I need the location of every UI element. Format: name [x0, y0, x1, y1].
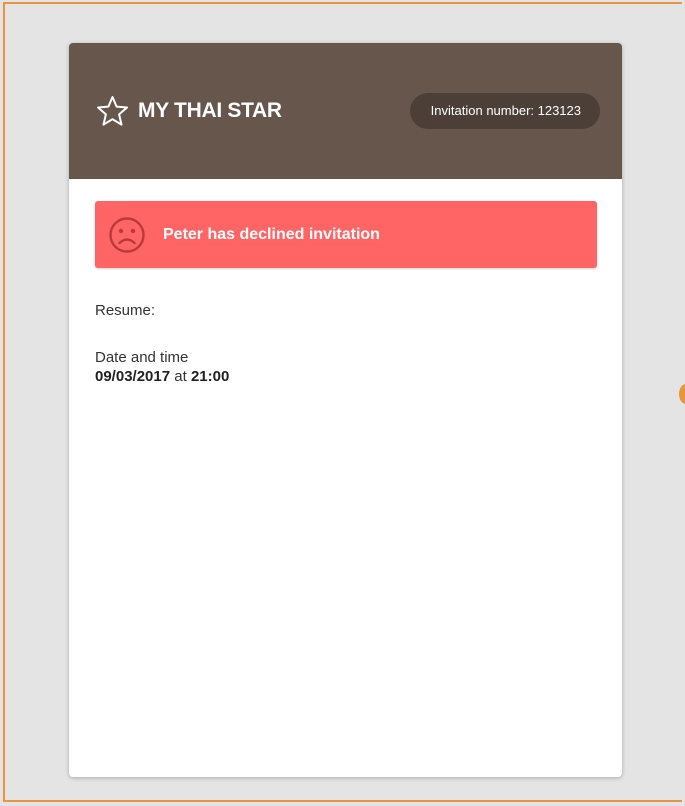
alert-message: Peter has declined invitation	[163, 225, 380, 243]
datetime-label: Date and time	[95, 349, 189, 366]
reservation-date: 09/03/2017	[95, 368, 171, 385]
star-outline-icon	[96, 95, 129, 127]
sad-face-icon	[108, 216, 146, 254]
invitation-number-badge: Invitation number: 123123	[409, 93, 600, 129]
card-body: Peter has declined invitation Resume: Da…	[69, 179, 622, 385]
datetime-connector: at	[174, 368, 187, 385]
invitation-card: MY THAI STAR Invitation number: 123123 P…	[69, 43, 622, 777]
app-title: MY THAI STAR	[138, 99, 282, 122]
declined-alert: Peter has declined invitation	[95, 201, 597, 268]
reservation-time: 21:00	[190, 368, 230, 385]
card-header: MY THAI STAR Invitation number: 123123	[69, 43, 622, 179]
datetime-value: 09/03/2017 at 21:00	[95, 368, 597, 385]
resume-label: Resume:	[95, 302, 156, 319]
brand[interactable]: MY THAI STAR	[96, 95, 282, 127]
